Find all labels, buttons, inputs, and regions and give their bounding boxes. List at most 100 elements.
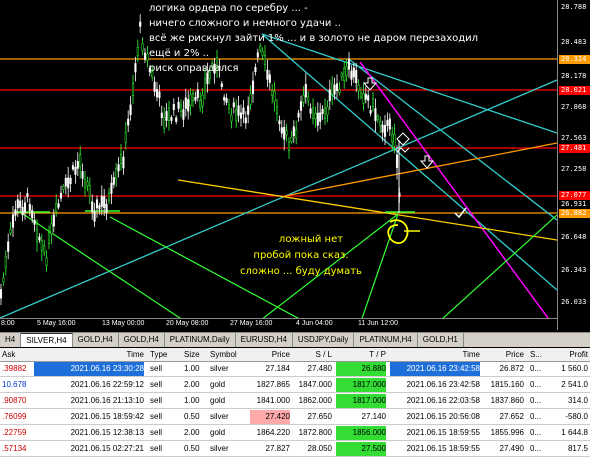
time-axis[interactable]: 8:00 5 May 16:00 13 May 00:00 20 May 08:… bbox=[0, 318, 557, 330]
column-header-ask[interactable]: Ask bbox=[2, 348, 30, 362]
candle-body bbox=[237, 105, 240, 116]
candle-body bbox=[367, 95, 370, 101]
tab-platinum-h4[interactable]: PLATINUM,H4 bbox=[354, 333, 418, 347]
candle-body bbox=[81, 171, 84, 179]
column-header-profit[interactable]: Profit bbox=[548, 348, 588, 362]
time-tick: 27 May 16:00 bbox=[230, 320, 273, 327]
candle-body bbox=[141, 43, 144, 52]
tab-platinum-daily[interactable]: PLATINUM,Daily bbox=[165, 333, 236, 347]
price-marker: 27.481 bbox=[559, 144, 590, 153]
open-time-cell: 2021.06.16 23:30:28 bbox=[34, 362, 144, 376]
candle-body bbox=[23, 202, 27, 213]
tab-h4[interactable]: H4 bbox=[0, 333, 22, 347]
column-header-size[interactable]: Size bbox=[184, 348, 208, 362]
profit-cell: -580.0 bbox=[565, 412, 588, 421]
stop-loss-cell: 27.480 bbox=[307, 364, 332, 373]
tab-gold-h4[interactable]: GOLD,H4 bbox=[73, 333, 119, 347]
candle-body bbox=[93, 211, 96, 222]
close-price-cell: 1855.996 bbox=[490, 428, 524, 437]
candle-body bbox=[158, 91, 161, 99]
ask-cell: .57134 bbox=[2, 444, 27, 453]
price-tick: 28.788 bbox=[561, 3, 587, 11]
annotation-line: логика ордера по серебру ... - bbox=[149, 3, 308, 14]
table-row[interactable]: .90870 2021.06.16 21:13:10 sell 1.00 gold 184… bbox=[0, 394, 590, 409]
candle-body bbox=[230, 114, 233, 122]
tab-gold-h1[interactable]: GOLD,H1 bbox=[418, 333, 464, 347]
tab-gold-h4-2[interactable]: GOLD,H4 bbox=[119, 333, 165, 347]
table-row[interactable]: .57134 2021.06.15 02:27:21 sell 0.50 silver 2… bbox=[0, 442, 590, 457]
column-header-sl[interactable]: S / L bbox=[292, 348, 332, 362]
candle-body bbox=[328, 89, 331, 102]
candle-body bbox=[184, 97, 187, 109]
candle-body bbox=[119, 154, 123, 164]
candle-body bbox=[88, 185, 91, 197]
table-row[interactable]: .76099 2021.06.15 18:59:42 sell 0.50 silver 2… bbox=[0, 410, 590, 425]
candle-body bbox=[302, 94, 305, 103]
size-cell: 1.00 bbox=[184, 364, 200, 373]
candle-body bbox=[227, 104, 231, 109]
table-header-row: Ask Time Type Size Symbol Price S / L T … bbox=[0, 348, 590, 362]
column-header-price[interactable]: Price bbox=[250, 348, 290, 362]
candle-body bbox=[83, 178, 87, 188]
candle-body bbox=[175, 117, 178, 122]
time-tick: 11 Jun 12:00 bbox=[358, 320, 398, 327]
column-header-time[interactable]: Time bbox=[34, 348, 144, 362]
candle-body bbox=[170, 117, 173, 121]
take-profit-cell: 1856.000 bbox=[336, 426, 386, 440]
candle-body bbox=[64, 178, 67, 187]
candle-body bbox=[155, 89, 159, 98]
candle-body bbox=[191, 93, 195, 102]
candle-body bbox=[74, 166, 77, 175]
candle-body bbox=[359, 92, 363, 98]
tab-silver-h4[interactable]: SILVER,H4 bbox=[21, 333, 73, 347]
annotation-yellow: ложный нет пробой пока сказ. сложно ... … bbox=[236, 232, 366, 280]
candle-body bbox=[242, 107, 245, 115]
candle-body bbox=[331, 83, 334, 95]
profit-cell: 817.5 bbox=[567, 444, 588, 453]
candle-body bbox=[239, 112, 243, 119]
annotation-line: ложный нет bbox=[278, 234, 344, 245]
price-tick: 26.033 bbox=[561, 298, 587, 306]
candle-body bbox=[335, 83, 339, 91]
ask-cell: .39882 bbox=[2, 364, 27, 373]
column-header-close-price[interactable]: Price bbox=[484, 348, 524, 362]
tab-eurusd-h4[interactable]: EURUSD,H4 bbox=[236, 333, 293, 347]
open-price-cell: 1841.000 bbox=[256, 396, 290, 405]
column-header-symbol[interactable]: Symbol bbox=[210, 348, 250, 362]
price-axis[interactable]: 28.788 28.483 28.324 28.178 28.021 27.86… bbox=[557, 0, 590, 330]
column-header-close-time[interactable]: Time bbox=[390, 348, 480, 362]
price-chart[interactable]: логика ордера по серебру ... - ничего сл… bbox=[0, 0, 590, 330]
candle-body bbox=[278, 120, 281, 125]
ask-cell: 10.678 bbox=[2, 380, 27, 389]
candle-body bbox=[45, 257, 48, 266]
candle-body bbox=[309, 108, 312, 114]
annotation-line: ничего сложного и немного удачи .. bbox=[149, 18, 341, 29]
candle-body bbox=[283, 126, 286, 140]
annotation-line: ещё и 2% .. bbox=[149, 48, 209, 59]
open-time-cell: 2021.06.16 22:59:12 bbox=[70, 380, 144, 389]
candle-body bbox=[333, 84, 336, 95]
candle-body bbox=[57, 203, 60, 208]
tab-usdjpy-daily[interactable]: USDJPY,Daily bbox=[293, 333, 355, 347]
candle-body bbox=[131, 82, 135, 96]
candle-body bbox=[319, 112, 322, 122]
open-price-cell: 1864.220 bbox=[256, 428, 290, 437]
candle-body bbox=[314, 112, 317, 120]
candle-body bbox=[235, 109, 238, 122]
size-cell: 1.00 bbox=[184, 396, 200, 405]
take-profit-cell: 27.500 bbox=[336, 442, 386, 456]
candle-body bbox=[251, 80, 255, 94]
symbol-cell: gold bbox=[210, 380, 226, 389]
column-header-tp[interactable]: T / P bbox=[336, 348, 386, 362]
table-row[interactable]: .39882 2021.06.16 23:30:28 sell 1.00 silver 2… bbox=[0, 362, 590, 377]
candle-body bbox=[105, 203, 108, 214]
column-header-swap[interactable]: S... bbox=[530, 348, 548, 362]
symbol-cell: silver bbox=[210, 364, 229, 373]
column-header-type[interactable]: Type bbox=[150, 348, 180, 362]
table-row[interactable]: .22759 2021.06.15 12:38:13 sell 2.00 gold 186… bbox=[0, 426, 590, 441]
close-price-cell: 27.490 bbox=[499, 444, 524, 453]
table-row[interactable]: 10.678 2021.06.16 22:59:12 sell 2.00 gold 182… bbox=[0, 378, 590, 393]
candle-body bbox=[124, 132, 127, 144]
candle-body bbox=[304, 84, 307, 98]
candle-body bbox=[232, 102, 235, 108]
